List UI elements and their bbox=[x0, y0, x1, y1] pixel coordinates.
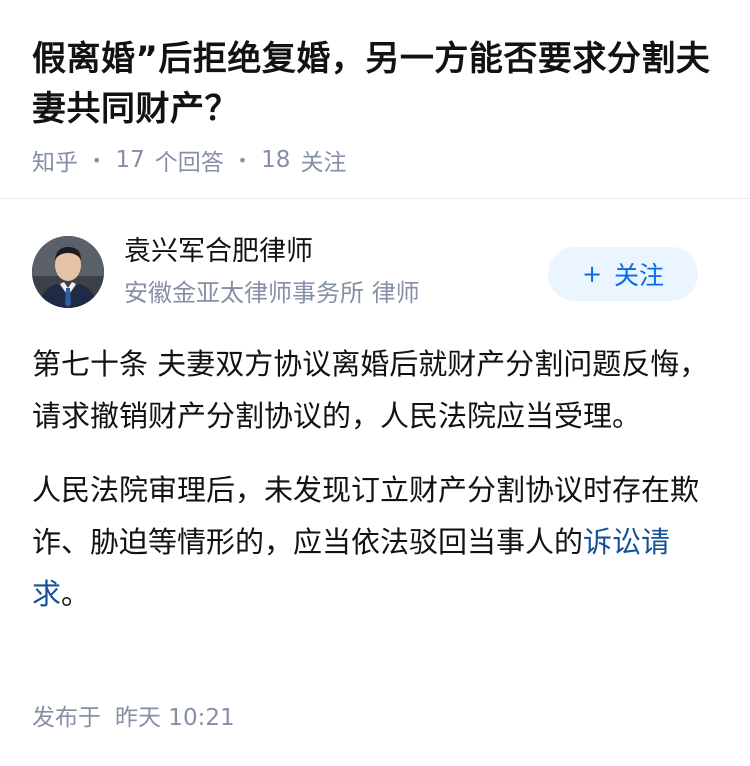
person-avatar-icon bbox=[32, 236, 104, 308]
answer-count-unit[interactable]: 个回答 bbox=[155, 143, 224, 177]
plus-icon: + bbox=[581, 260, 603, 288]
author-description: 安徽金亚太律师事务所 律师 bbox=[124, 279, 420, 307]
answer-paragraph: 人民法院审理后，未发现订立财产分割协议时存在欺诈、胁迫等情形的，应当依法驳回当事… bbox=[32, 464, 722, 620]
separator-dot: • bbox=[92, 150, 102, 170]
author-name[interactable]: 袁兴军合肥律师 bbox=[124, 234, 313, 270]
answer-page: 假离婚”后拒绝复婚，另一方能否要求分割夫妻共同财产？ 知乎 • 17 个回答 •… bbox=[0, 0, 750, 766]
publish-info: 发布于 昨天 10:21 bbox=[32, 698, 235, 732]
question-meta: 知乎 • 17 个回答 • 18 关注 bbox=[32, 143, 346, 177]
source-label[interactable]: 知乎 bbox=[32, 143, 78, 177]
question-title[interactable]: 假离婚”后拒绝复婚，另一方能否要求分割夫妻共同财产？ bbox=[32, 34, 722, 134]
section-divider bbox=[0, 198, 750, 199]
follow-count: 18 bbox=[261, 147, 291, 173]
follow-button-label: 关注 bbox=[614, 261, 665, 290]
avatar[interactable] bbox=[32, 236, 104, 308]
answer-count: 17 bbox=[115, 147, 145, 173]
answer-paragraph-end: 。 bbox=[61, 577, 91, 611]
follow-button[interactable]: + 关注 bbox=[548, 247, 698, 301]
separator-dot: • bbox=[237, 150, 248, 170]
follow-count-unit[interactable]: 关注 bbox=[300, 143, 346, 177]
answer-content: 第七十条 夫妻双方协议离婚后就财产分割问题反悔，请求撤销财产分割协议的，人民法院… bbox=[32, 338, 722, 642]
publish-label: 发布于 bbox=[32, 705, 101, 731]
answer-paragraph: 第七十条 夫妻双方协议离婚后就财产分割问题反悔，请求撤销财产分割协议的，人民法院… bbox=[32, 347, 709, 433]
publish-time: 昨天 10:21 bbox=[115, 705, 235, 731]
